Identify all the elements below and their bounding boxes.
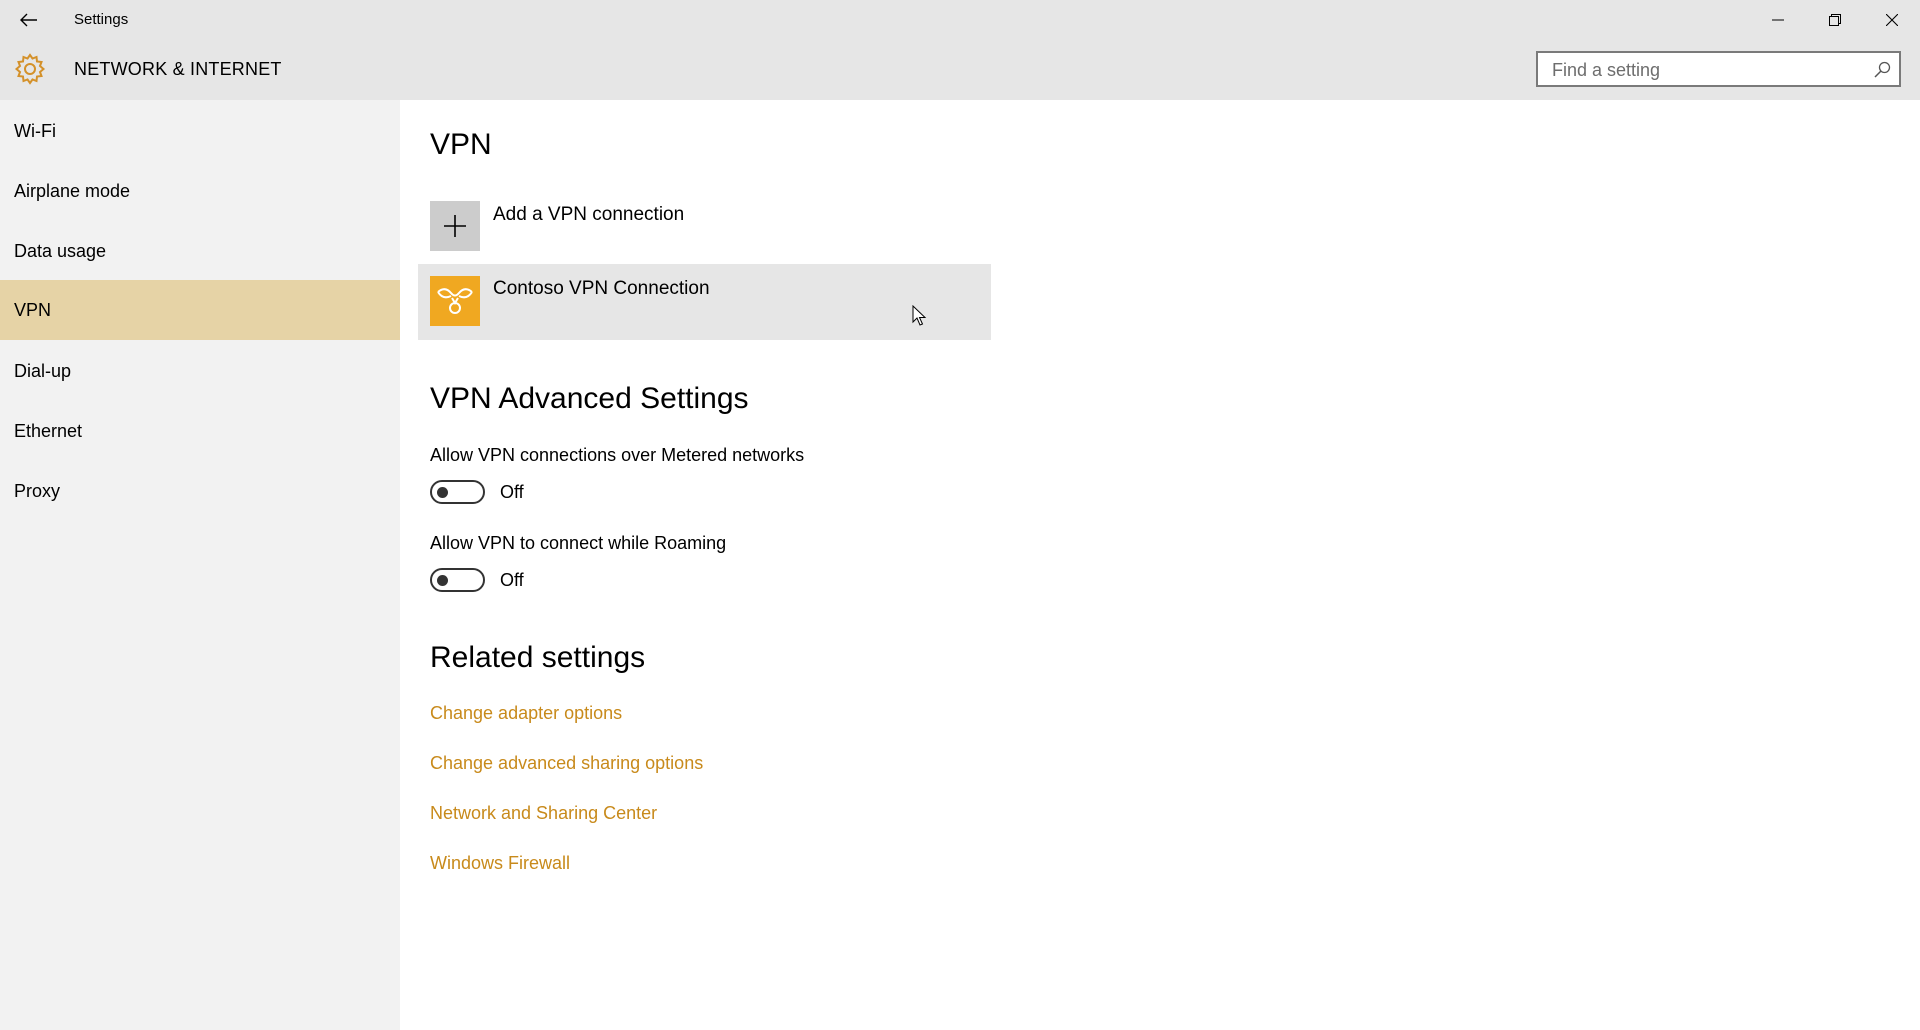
sidebar-item-label: Data usage <box>14 240 107 261</box>
sidebar-item-label: VPN <box>14 299 52 320</box>
settings-gear-icon <box>14 53 46 85</box>
minimize-button[interactable] <box>1749 0 1806 40</box>
plus-icon <box>444 215 466 237</box>
section-title: NETWORK & INTERNET <box>74 59 282 79</box>
sidebar-item-label: Dial-up <box>14 360 72 381</box>
metered-networks-label: Allow VPN connections over Metered netwo… <box>430 445 805 465</box>
sidebar-item-ethernet[interactable]: Ethernet <box>0 401 400 461</box>
sidebar: Wi-Fi Airplane mode Data usage VPN Dial-… <box>0 100 400 1030</box>
main-content: VPN Add a VPN connection Contoso VPN Con… <box>400 100 1920 1030</box>
add-vpn-connection-label: Add a VPN connection <box>493 204 685 225</box>
sidebar-item-proxy[interactable]: Proxy <box>0 461 400 521</box>
restore-button[interactable] <box>1806 0 1863 40</box>
add-vpn-connection-button[interactable]: Add a VPN connection <box>430 201 990 253</box>
change-adapter-options-link[interactable]: Change adapter options <box>430 703 622 724</box>
metered-networks-state: Off <box>500 482 524 502</box>
page-title: VPN <box>430 128 492 161</box>
roaming-state: Off <box>500 570 524 590</box>
window-title: Settings <box>74 11 129 28</box>
toggle-knob <box>437 575 448 586</box>
sidebar-item-label: Proxy <box>14 480 61 501</box>
close-button[interactable] <box>1863 0 1920 40</box>
advanced-settings-heading: VPN Advanced Settings <box>430 382 749 415</box>
back-arrow-icon <box>20 13 37 27</box>
sidebar-item-label: Wi-Fi <box>14 120 56 141</box>
roaming-toggle[interactable] <box>430 568 485 592</box>
sidebar-item-label: Airplane mode <box>14 180 131 201</box>
related-settings-heading: Related settings <box>430 641 646 674</box>
sidebar-item-data-usage[interactable]: Data usage <box>0 221 400 281</box>
metered-networks-toggle[interactable] <box>430 480 485 504</box>
back-button[interactable] <box>14 8 44 32</box>
network-and-sharing-center-link[interactable]: Network and Sharing Center <box>430 803 657 824</box>
title-bar: Settings NETWORK & INTERNET <box>0 0 1920 100</box>
minimize-icon <box>1771 19 1784 21</box>
toggle-knob <box>437 487 448 498</box>
roaming-label: Allow VPN to connect while Roaming <box>430 533 727 553</box>
vpn-tile <box>430 276 480 326</box>
sidebar-item-airplane-mode[interactable]: Airplane mode <box>0 161 400 221</box>
close-icon <box>1885 14 1898 26</box>
sidebar-item-label: Ethernet <box>14 420 83 441</box>
search-box[interactable] <box>1536 51 1901 87</box>
vpn-connection-name: Contoso VPN Connection <box>493 278 710 299</box>
change-advanced-sharing-options-link[interactable]: Change advanced sharing options <box>430 753 703 774</box>
vpn-connection-item[interactable]: Contoso VPN Connection <box>418 264 991 340</box>
add-tile <box>430 201 480 251</box>
search-input[interactable] <box>1550 53 1864 87</box>
sidebar-item-wifi[interactable]: Wi-Fi <box>0 101 400 161</box>
sidebar-item-vpn[interactable]: VPN <box>0 280 400 340</box>
windows-firewall-link[interactable]: Windows Firewall <box>430 853 570 874</box>
mouse-cursor-icon <box>912 305 927 326</box>
sidebar-item-dial-up[interactable]: Dial-up <box>0 341 400 401</box>
search-icon[interactable] <box>1874 61 1891 78</box>
restore-icon <box>1828 14 1841 26</box>
vpn-connection-icon <box>437 288 473 314</box>
window-controls <box>1749 0 1920 40</box>
